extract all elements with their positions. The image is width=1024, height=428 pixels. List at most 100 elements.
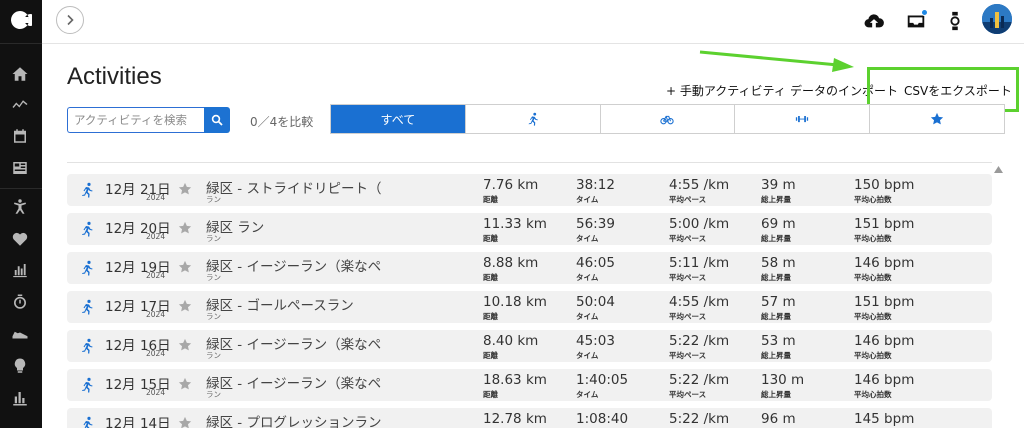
time-label: タイム [576,195,599,204]
notification-dot [921,9,928,16]
stopwatch-icon[interactable] [9,291,31,313]
activity-type: ラン [206,390,221,399]
pace-label: 平均ペース [669,273,707,282]
activity-row[interactable]: 12月 14日 2024 緑区 - プログレッションラン ラン 12.78 km… [67,408,992,428]
upload-cloud-icon[interactable] [862,9,886,33]
activity-type: ラン [206,234,221,243]
activity-type: ラン [206,351,221,360]
tab-cycling[interactable] [600,105,736,133]
running-icon [79,299,95,315]
distance-value: 8.40 km [483,333,539,349]
activity-row[interactable]: 12月 21日 2024 緑区 - ストライドリピート（ ラン 7.76 km … [67,174,992,206]
star-icon[interactable] [178,415,192,428]
star-icon[interactable] [178,181,192,195]
home-icon[interactable] [9,63,31,85]
heart-rate-value: 146 bpm [854,372,915,388]
running-icon [528,112,538,126]
shoe-icon[interactable] [9,323,31,345]
star-icon[interactable] [178,220,192,234]
distance-label: 距離 [483,351,498,360]
heart-rate-label: 平均心拍数 [854,351,892,360]
time-value: 1:08:40 [576,411,629,427]
trend-line-icon[interactable] [9,93,31,115]
activity-name[interactable]: 緑区 - ゴールペースラン [206,294,354,314]
inbox-icon[interactable] [904,9,928,33]
pace-value: 5:22 /km [669,333,730,349]
scroll-up-arrow-icon[interactable] [994,166,1003,173]
activity-row[interactable]: 12月 15日 2024 緑区 - イージーラン（楽なペ ラン 18.63 km… [67,369,992,401]
time-value: 50:04 [576,294,615,310]
distance-label: 距離 [483,234,498,243]
time-label: タイム [576,390,599,399]
elevation-label: 総上昇量 [761,195,791,204]
tab-strength[interactable] [735,105,871,133]
avatar[interactable] [982,4,1012,34]
expand-sidebar-button[interactable] [56,6,84,34]
activity-name[interactable]: 緑区 - イージーラン（楽なペ [206,333,381,353]
activity-year: 2024 [146,388,166,397]
distance-value: 18.63 km [483,372,547,388]
distance-value: 7.76 km [483,177,539,193]
elevation-value: 130 m [761,372,805,388]
heart-rate-label: 平均心拍数 [854,195,892,204]
watch-icon[interactable] [943,9,967,33]
cycling-icon [660,115,675,125]
calendar-icon[interactable]: 31 [9,125,31,147]
activity-row[interactable]: 12月 17日 2024 緑区 - ゴールペースラン ラン 10.18 km 距… [67,291,992,323]
star-icon[interactable] [178,337,192,351]
manual-activity-link[interactable]: + 手動アクティビティ [666,82,786,99]
tab-favorites[interactable] [870,105,1004,133]
tab-all[interactable]: すべて [331,105,466,133]
star-icon[interactable] [178,298,192,312]
sidebar-divider [0,43,42,44]
pace-label: 平均ペース [669,312,707,321]
heart-rate-value: 151 bpm [854,294,915,310]
heart-rate-value: 145 bpm [854,411,915,427]
elevation-value: 96 m [761,411,796,427]
distance-value: 11.33 km [483,216,547,232]
tab-running[interactable] [465,105,601,133]
activity-row[interactable]: 12月 16日 2024 緑区 - イージーラン（楽なペ ラン 8.40 km … [67,330,992,362]
heart-icon[interactable] [9,228,31,250]
time-value: 56:39 [576,216,615,232]
activity-name[interactable]: 緑区 - プログレッションラン [206,411,381,428]
garmin-logo-icon[interactable] [8,8,37,32]
star-icon[interactable] [178,376,192,390]
activity-figure-icon[interactable] [9,196,31,218]
running-icon [79,260,95,276]
activity-type: ラン [206,312,221,321]
pace-value: 4:55 /km [669,177,730,193]
activity-row[interactable]: 12月 20日 2024 緑区 ラン ラン 11.33 km 距離 56:39 … [67,213,992,245]
news-icon[interactable] [9,157,31,179]
search-input[interactable] [67,107,204,133]
distance-value: 10.18 km [483,294,547,310]
distance-label: 距離 [483,195,498,204]
pace-value: 5:11 /km [669,255,730,271]
elevation-value: 39 m [761,177,796,193]
distance-label: 距離 [483,312,498,321]
time-value: 46:05 [576,255,615,271]
distance-value: 12.78 km [483,411,547,427]
svg-text:31: 31 [17,137,24,143]
pace-label: 平均ペース [669,234,707,243]
star-icon[interactable] [178,259,192,273]
heart-rate-value: 151 bpm [854,216,915,232]
elevation-label: 総上昇量 [761,351,791,360]
chevron-right-icon [67,14,74,26]
reports-icon[interactable] [9,387,31,409]
pace-label: 平均ペース [669,390,707,399]
activity-name[interactable]: 緑区 - イージーラン（楽なペ [206,372,381,392]
bar-chart-icon[interactable] [9,259,31,281]
distance-label: 距離 [483,390,498,399]
search-button[interactable] [204,107,230,133]
favorite-star-icon [930,112,944,125]
activity-row[interactable]: 12月 19日 2024 緑区 - イージーラン（楽なペ ラン 8.88 km … [67,252,992,284]
time-value: 45:03 [576,333,615,349]
pace-value: 5:00 /km [669,216,730,232]
lightbulb-icon[interactable] [9,355,31,377]
heart-rate-value: 146 bpm [854,255,915,271]
search-icon [211,114,223,126]
activity-filter-tabs: すべて [330,104,1005,134]
activity-name[interactable]: 緑区 - ストライドリピート（ [206,177,381,197]
activity-name[interactable]: 緑区 - イージーラン（楽なペ [206,255,381,275]
